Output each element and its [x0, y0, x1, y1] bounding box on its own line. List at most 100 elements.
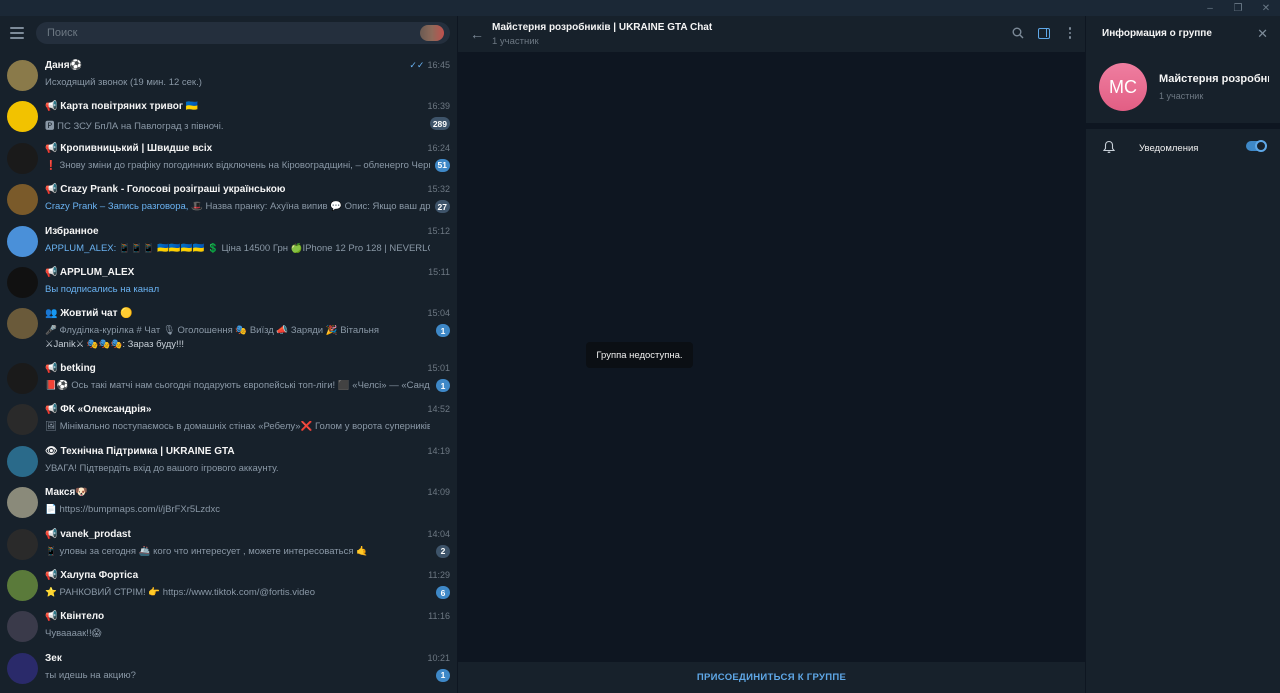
- back-arrow-icon[interactable]: ←: [470, 26, 484, 42]
- chat-time: 10:21: [427, 653, 450, 663]
- chat-time-text: 16:45: [427, 60, 450, 70]
- chat-header-actions: [1011, 26, 1077, 40]
- avatar: [7, 308, 38, 340]
- chat-time-text: 15:11: [428, 267, 450, 277]
- chat-time: 15:01: [427, 363, 450, 373]
- unread-badge: 1: [436, 668, 450, 682]
- preview-text: ❗ Знову зміни до графіку погодинних відк…: [45, 159, 430, 171]
- chat-panel: ← Майстерня розробників | UKRAINE GTA Ch…: [458, 16, 1085, 693]
- chat-list-item[interactable]: 📢 Crazy Prank - Голосові розіграші украї…: [0, 181, 458, 222]
- sidebar-toggle-icon[interactable]: [1037, 26, 1051, 40]
- avatar: [7, 528, 38, 560]
- preview-sender: Crazy Prank – Запись разговора,: [45, 201, 189, 213]
- search-icon[interactable]: [1011, 26, 1025, 40]
- chat-list-item[interactable]: 👥 Жовтий чат 🟡 15:04 🎤 Флуділка-курілка # …: [0, 305, 458, 359]
- unread-badge: 27: [434, 200, 450, 214]
- chat-name: 📢 Кропивницький | Швидше всіх: [45, 142, 213, 154]
- preview-text: 🖼 Мінімально поступаємось в домашніх сті…: [45, 421, 430, 433]
- chat-time-text: 10:21: [427, 652, 450, 663]
- chat-name: 📢 betking: [45, 363, 96, 374]
- avatar: [7, 570, 38, 601]
- chat-time-text: 11:16: [428, 611, 450, 622]
- chat-preview: 🎤 Флуділка-курілка # Чат 🎙 Оголошення 🎭 …: [45, 325, 430, 336]
- search-input[interactable]: Поиск: [36, 22, 450, 44]
- chat-list-item[interactable]: 📢 vanek_prodast 14:04 📱 уловы за сегодня 🚢…: [0, 526, 458, 567]
- maximize-button[interactable]: ❐: [1224, 0, 1252, 16]
- chat-header: ← Майстерня розробників | UKRAINE GTA Ch…: [458, 16, 1085, 52]
- chat-subtitle: 1 участник: [492, 36, 539, 47]
- notifications-label: Уведомления: [1139, 143, 1199, 154]
- chat-list-item[interactable]: 📢 Квінтело 11:16 Чуваааак!!😱: [0, 608, 458, 649]
- unread-badge: 1: [436, 379, 450, 392]
- chat-list-item[interactable]: Даня⚽ ✓✓ 16:45 Исходящий звонок (19 мин. 12…: [0, 57, 458, 98]
- chat-time-text: 15:01: [427, 363, 450, 373]
- chat-time: 15:11: [428, 267, 450, 277]
- chat-list-item[interactable]: 👁 Технічна Підтримка | UKRAINE GTA 14:19 У…: [0, 443, 458, 484]
- chat-list-item[interactable]: 📢 Карта повітряних тривог 🇺🇦 16:39 🅿 ПС ЗС…: [0, 98, 458, 139]
- avatar: [7, 445, 38, 477]
- preview-text: 📄 https://bumpmaps.com/i/jBrFXr5Lzdxc: [45, 504, 220, 516]
- preview-text: Чуваааак!!😱: [45, 628, 102, 640]
- group-avatar[interactable]: MC: [1099, 63, 1147, 111]
- preview-text: 🎩 Назва пранку: Ахуїна випив 💬 Опис: Якщ…: [191, 201, 430, 213]
- preview-text: 📕⚽ Ось такі матчі нам сьогодні подарують…: [45, 380, 430, 391]
- chat-list-item[interactable]: 📢 Халупа Фортіса 11:29 ⭐ РАНКОВИЙ СТРІМ! 👉…: [0, 567, 458, 608]
- chat-time-text: 15:12: [427, 225, 450, 236]
- stories-avatars[interactable]: [420, 25, 444, 41]
- chat-name: 📢 Crazy Prank - Голосові розіграші украї…: [45, 184, 286, 196]
- chat-list-item[interactable]: Избранное 15:12 APPLUM_ALEX: 📱📱📱 🇺🇦🇺🇦🇺🇦🇺🇦 …: [0, 223, 458, 264]
- chat-list-item[interactable]: 📢 APPLUM_ALEX 15:11 Вы подписались на кана…: [0, 264, 458, 305]
- info-title: Информация о группе: [1102, 28, 1212, 39]
- avatar: [7, 60, 38, 91]
- chat-preview: Crazy Prank – Запись разговора, 🎩 Назва …: [45, 201, 430, 212]
- group-name: Майстерня розробників | UKRAINE GTA Chat: [1159, 73, 1269, 85]
- chat-list-item[interactable]: 📢 Кропивницький | Швидше всіх 16:24 ❗ Знов…: [0, 140, 458, 181]
- chat-time-text: 14:19: [427, 445, 450, 456]
- bell-icon: [1102, 140, 1116, 154]
- avatar: [7, 225, 38, 257]
- chat-time: 11:16: [428, 611, 450, 621]
- chat-name: 📢 Квінтело: [45, 611, 105, 623]
- chat-title[interactable]: Майстерня розробників | UKRAINE GTA Chat: [492, 22, 712, 33]
- preview-text: ⭐ РАНКОВИЙ СТРІМ! 👉 https://www.tiktok.c…: [45, 587, 315, 598]
- chat-time: 16:24: [427, 143, 450, 153]
- divider: [1086, 123, 1280, 129]
- chat-time-text: 16:39: [427, 101, 450, 112]
- chat-time: 15:32: [427, 184, 450, 194]
- chat-list-item[interactable]: Зек 10:21 ты идешь на акцию? 1: [0, 650, 458, 691]
- chat-preview: ты идешь на акцию?: [45, 670, 430, 681]
- window-controls: – ❐ ✕: [1196, 0, 1280, 16]
- notifications-toggle[interactable]: [1246, 140, 1267, 152]
- close-window-button[interactable]: ✕: [1252, 0, 1280, 16]
- unread-badge: 2: [436, 544, 450, 558]
- chat-name: 👁 Технічна Підтримка | UKRAINE GTA: [45, 445, 235, 457]
- more-options-icon[interactable]: [1063, 26, 1077, 40]
- hamburger-menu-icon[interactable]: [10, 27, 26, 39]
- chat-name: 📢 APPLUM_ALEX: [45, 267, 135, 278]
- chat-list-item[interactable]: Макся🐶 14:09 📄 https://bumpmaps.com/i/jBrF…: [0, 484, 458, 525]
- chat-preview: Вы подписались на канал: [45, 284, 430, 295]
- unread-badge: 6: [436, 586, 450, 599]
- chat-list-item[interactable]: 📢 betking 15:01 📕⚽ Ось такі матчі нам сьог…: [0, 360, 458, 401]
- close-icon[interactable]: ✕: [1257, 26, 1268, 42]
- chat-list-item[interactable]: 📢 ФК «Олександрія» 14:52 🖼 Мінімально пост…: [0, 401, 458, 442]
- info-header: Информация о группе ✕: [1086, 16, 1280, 52]
- chat-preview: 📱 уловы за сегодня 🚢 кого что интересует…: [45, 546, 430, 557]
- avatar: [7, 611, 38, 643]
- avatar: [7, 363, 38, 394]
- unread-badge: 51: [434, 158, 450, 172]
- chat-time: 14:04: [427, 529, 450, 539]
- chat-preview: 🖼 Мінімально поступаємось в домашніх сті…: [45, 421, 430, 432]
- unread-badge: 289: [429, 117, 450, 131]
- avatar: [7, 142, 38, 174]
- window-titlebar: – ❐ ✕: [0, 0, 1280, 16]
- minimize-button[interactable]: –: [1196, 0, 1224, 16]
- chat-name: 📢 ФК «Олександрія»: [45, 404, 152, 416]
- group-info-panel: Информация о группе ✕ MC Майстерня розро…: [1085, 16, 1280, 693]
- chat-name: 📢 vanek_prodast: [45, 528, 131, 540]
- chat-name: 📢 Карта повітряних тривог 🇺🇦: [45, 101, 199, 113]
- chat-preview: ⭐ РАНКОВИЙ СТРІМ! 👉 https://www.tiktok.c…: [45, 587, 430, 598]
- chat-time-text: 11:29: [428, 570, 450, 580]
- join-group-button[interactable]: ПРИСОЕДИНИТЬСЯ К ГРУППЕ: [697, 672, 846, 683]
- chat-name: Зек: [45, 652, 62, 664]
